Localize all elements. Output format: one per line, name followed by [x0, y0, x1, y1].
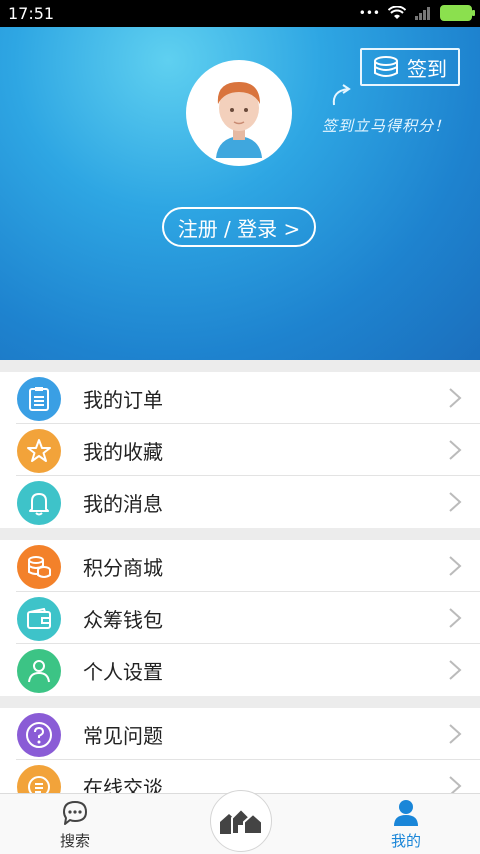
home-button[interactable] — [210, 790, 272, 852]
menu-list: 我的订单 我的收藏 我的消息 积分商城 众筹钱包 个人设置 常见问题 在线交谈 — [0, 360, 480, 812]
chevron-right-icon — [449, 608, 462, 628]
chevron-right-icon — [449, 556, 462, 576]
coin-stack-icon — [374, 56, 398, 77]
menu-group-2: 积分商城 众筹钱包 个人设置 — [0, 540, 480, 696]
menu-item-faq[interactable]: 常见问题 — [0, 708, 480, 760]
battery-icon — [440, 5, 475, 21]
chevron-right-icon — [449, 388, 462, 408]
status-bar: 17:51 ••• — [0, 0, 480, 27]
signin-hint: 签到立马得积分！ — [322, 117, 451, 135]
menu-item-points-mall[interactable]: 积分商城 — [0, 540, 480, 592]
question-icon — [17, 713, 61, 757]
signal-icon — [415, 7, 430, 20]
menu-item-label: 我的收藏 — [83, 439, 163, 464]
bottom-tab-bar: 搜索 我的 — [0, 790, 480, 854]
chevron-right-icon — [449, 492, 462, 512]
star-icon — [17, 429, 61, 473]
user-icon — [394, 800, 418, 826]
menu-item-label: 我的订单 — [83, 387, 163, 412]
wifi-icon — [388, 6, 406, 19]
status-time: 17:51 — [8, 4, 55, 23]
tab-search[interactable]: 搜索 — [25, 794, 125, 854]
menu-item-orders[interactable]: 我的订单 — [0, 372, 480, 424]
more-dots-icon: ••• — [358, 6, 380, 20]
menu-item-wallet[interactable]: 众筹钱包 — [0, 592, 480, 644]
menu-item-settings[interactable]: 个人设置 — [0, 644, 480, 696]
avatar[interactable] — [186, 60, 292, 166]
menu-item-label: 个人设置 — [83, 659, 163, 684]
register-login-button[interactable]: 注册 / 登录 > — [162, 207, 316, 247]
menu-item-label: 积分商城 — [83, 555, 163, 580]
chevron-right-icon — [449, 724, 462, 744]
menu-item-label: 众筹钱包 — [83, 607, 163, 632]
tab-search-label: 搜索 — [59, 832, 90, 850]
wallet-icon — [17, 597, 61, 641]
user-avatar-icon — [216, 82, 262, 158]
signin-button[interactable]: 签到 — [360, 48, 460, 86]
chevron-right-icon — [449, 660, 462, 680]
bell-icon — [17, 481, 61, 525]
menu-item-label: 我的消息 — [83, 491, 163, 516]
houses-icon — [220, 807, 263, 835]
status-icons: ••• — [358, 5, 475, 21]
coins-icon — [17, 545, 61, 589]
profile-header: 签到 签到立马得积分！ 注册 / 登录 > — [0, 27, 480, 360]
menu-item-label: 常见问题 — [83, 723, 163, 748]
signin-label: 签到 — [407, 56, 447, 81]
menu-item-favorites[interactable]: 我的收藏 — [0, 424, 480, 476]
chevron-right-icon — [449, 440, 462, 460]
menu-item-messages[interactable]: 我的消息 — [0, 476, 480, 528]
tab-mine[interactable]: 我的 — [356, 794, 456, 854]
menu-group-1: 我的订单 我的收藏 我的消息 — [0, 372, 480, 528]
chat-bubble-icon — [63, 801, 87, 825]
curved-arrow-icon — [332, 84, 351, 106]
tab-mine-label: 我的 — [390, 832, 421, 850]
clipboard-icon — [17, 377, 61, 421]
person-icon — [17, 649, 61, 693]
